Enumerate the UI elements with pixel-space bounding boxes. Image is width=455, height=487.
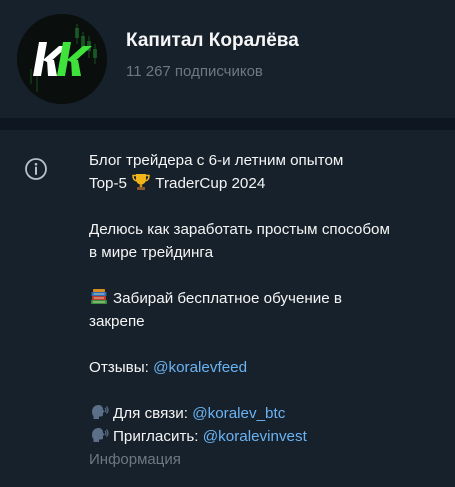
channel-avatar[interactable] — [17, 14, 107, 104]
description-line: Забирай бесплатное обучение в — [89, 287, 439, 310]
description-line: Top-5 TraderCup 2024 — [89, 172, 439, 195]
channel-header: Капитал Коралёва 11 267 подписчиков — [0, 0, 455, 118]
contact-link[interactable]: @koralev_btc — [192, 405, 285, 422]
channel-title: Капитал Коралёва — [126, 30, 299, 51]
section-divider — [0, 118, 455, 130]
reviews-link[interactable]: @koralevfeed — [153, 359, 247, 376]
reviews-label: Отзывы: — [89, 359, 149, 376]
contact-label: Для связи: — [113, 405, 188, 422]
section-caption: Информация — [89, 451, 181, 468]
info-icon — [25, 158, 47, 180]
description-line: закрепе — [89, 313, 145, 330]
trophy-icon — [131, 173, 151, 191]
channel-info-page: Капитал Коралёва 11 267 подписчиков Блог… — [0, 0, 455, 487]
description-text: Top-5 — [89, 175, 127, 192]
description-text: TraderCup 2024 — [155, 175, 266, 192]
description-line: Блог трейдера с 6-и летним опытом — [89, 152, 344, 169]
channel-description: Блог трейдера с 6-и летним опытом Top-5 … — [89, 149, 439, 448]
speaking-head-icon — [89, 403, 109, 421]
invite-line: Пригласить: @koralevinvest — [89, 425, 439, 448]
invite-label: Пригласить: — [113, 428, 199, 445]
description-line: в мире трейдинга — [89, 244, 214, 261]
speaking-head-icon — [89, 426, 109, 444]
subscriber-count: 11 267 подписчиков — [126, 63, 263, 80]
kk-logo-icon — [17, 14, 107, 104]
books-icon — [89, 288, 109, 306]
invite-link[interactable]: @koralevinvest — [203, 428, 307, 445]
description-line: Делюсь как заработать простым способом — [89, 221, 390, 238]
description-text: Забирай бесплатное обучение в — [113, 290, 342, 307]
reviews-line: Отзывы: @koralevfeed — [89, 356, 439, 379]
contact-line: Для связи: @koralev_btc — [89, 402, 439, 425]
